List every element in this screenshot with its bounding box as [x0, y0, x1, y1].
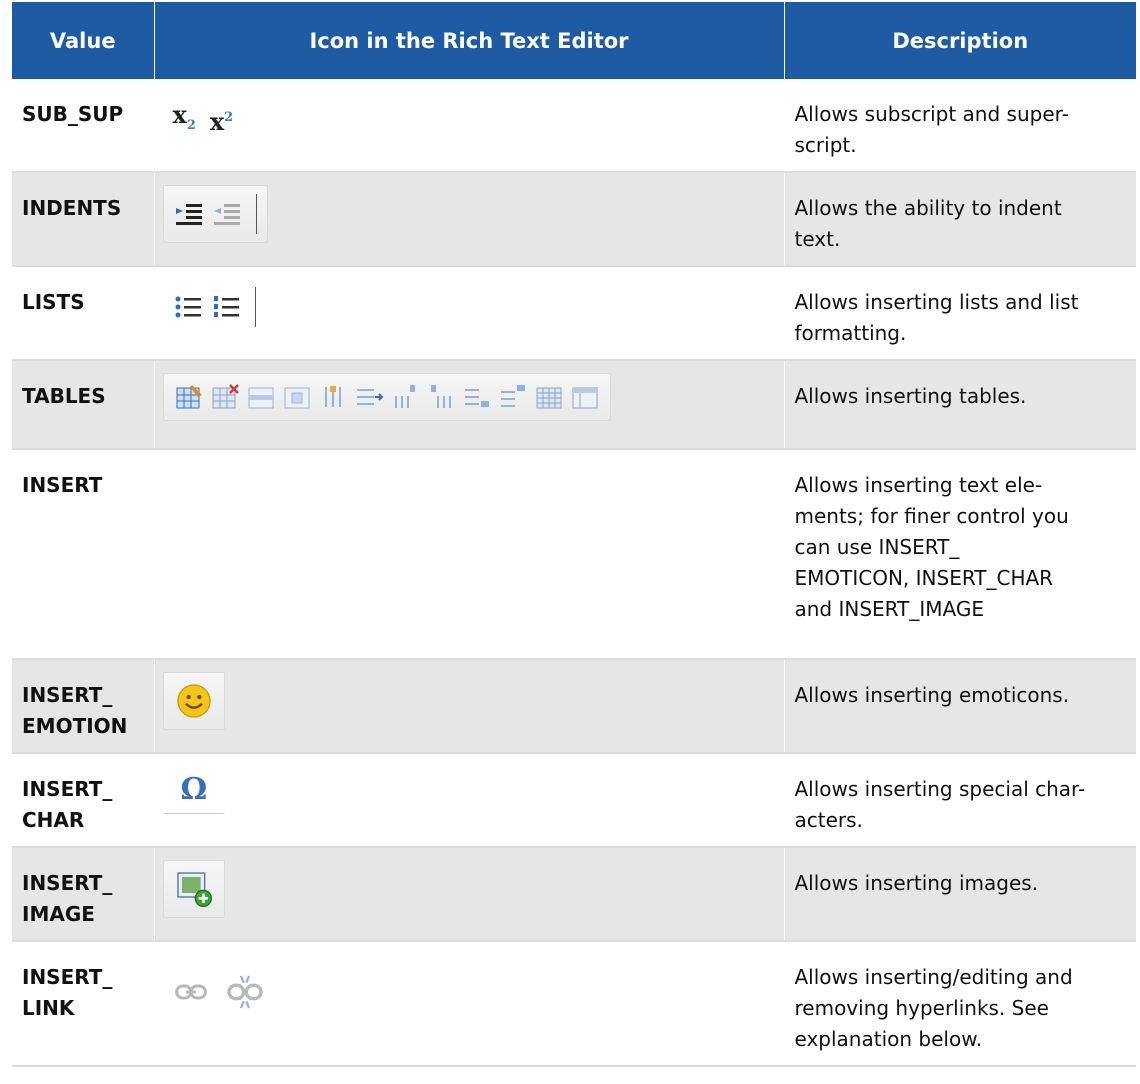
unlink-icon: [226, 975, 263, 1009]
value-cell: INSERT_ CHAR: [12, 753, 155, 848]
table-row: SUB_SUP x2 x2 Allows subscript and super…: [12, 79, 1136, 173]
icon-cell: Ω: [154, 753, 785, 848]
bulleted-list-icon: [175, 296, 201, 318]
outdent-icon: [213, 204, 240, 225]
description-cell: Allows inserting special char- acters.: [784, 753, 1136, 848]
header-row: Value Icon in the Rich Text Editor Descr…: [12, 2, 1136, 79]
icon-cell: [154, 172, 785, 267]
icon-cell: [154, 266, 785, 361]
smiley-icon: [176, 684, 211, 718]
table-row: INDENTS Allows the ability to indent tex…: [12, 172, 1136, 267]
table-row: INSERT_ CHAR Ω Allows inserting special …: [12, 753, 1136, 848]
description-cell: Allows inserting text ele- ments; for fi…: [784, 449, 1136, 660]
list-icon-strip: [162, 279, 266, 335]
icon-cell: x2 x2: [154, 79, 785, 173]
table-row-icon: [248, 387, 273, 409]
superscript-icon: x2: [209, 107, 234, 137]
icon-cell: [154, 449, 785, 660]
table-grid-icon: [536, 387, 561, 409]
description-cell: Allows the ability to indent text.: [784, 172, 1136, 267]
omega-icon: Ω: [180, 772, 208, 807]
header-icon: Icon in the Rich Text Editor: [154, 2, 785, 79]
toolbar-separator: [255, 194, 257, 234]
description-cell: Allows inserting tables.: [784, 360, 1136, 450]
table-row: INSERT_ IMAGE Allows inserting images.: [12, 847, 1136, 942]
table-row: TABLES Allows inserting tables.: [12, 360, 1136, 450]
insert-row-after-icon: [356, 389, 383, 405]
toolbar-separator: [254, 287, 256, 327]
description-cell: Allows inserting/editing and removing hy…: [784, 941, 1136, 1067]
indent-icon: [175, 204, 202, 225]
delete-table-icon: [212, 384, 239, 409]
icon-cell: [154, 941, 785, 1067]
insert-table-icon: [176, 385, 202, 409]
icon-cell: [154, 360, 785, 450]
icon-cell: [154, 659, 785, 754]
description-cell: Allows inserting lists and list formatti…: [784, 266, 1136, 361]
table-row: INSERT_ LINK Allows inserting/editing an: [12, 941, 1136, 1067]
merge-cells-icon: [284, 387, 309, 409]
rich-text-options-table: Value Icon in the Rich Text Editor Descr…: [12, 2, 1136, 1067]
table-row: INSERT Allows inserting text ele- ments;…: [12, 449, 1136, 660]
value-cell: SUB_SUP: [12, 79, 155, 173]
table-properties-icon: [572, 387, 597, 409]
subscript-icon: x2: [172, 100, 196, 133]
subsup-icon-strip: x2 x2: [162, 91, 244, 149]
value-cell: INDENTS: [12, 172, 155, 267]
table-row: LISTS Allows inserting lists and list fo…: [12, 266, 1136, 361]
value-cell: INSERT_ LINK: [12, 941, 155, 1067]
value-cell: TABLES: [12, 360, 155, 450]
header-value: Value: [12, 2, 155, 79]
link-icon-strip: [162, 964, 275, 1020]
table-icon-strip: [162, 373, 611, 421]
insert-row-before-icon: [464, 389, 489, 407]
insert-column-before-icon: [394, 385, 415, 408]
value-cell: INSERT_ EMOTION: [12, 659, 155, 754]
value-cell: LISTS: [12, 266, 155, 361]
value-cell: INSERT: [12, 449, 155, 660]
insert-column-icon: [324, 386, 341, 407]
insert-row-above-icon: [500, 385, 525, 407]
description-cell: Allows subscript and super- script.: [784, 79, 1136, 173]
char-icon-strip: Ω: [162, 766, 226, 814]
link-icon: [174, 984, 207, 1000]
numbered-list-icon: [213, 296, 239, 317]
insert-column-after-icon: [430, 385, 451, 408]
description-cell: Allows inserting emoticons.: [784, 659, 1136, 754]
emoticon-icon-strip: [162, 672, 225, 730]
indent-icon-strip: [162, 185, 268, 243]
insert-image-icon: [176, 872, 212, 907]
header-description: Description: [784, 2, 1136, 79]
table-row: INSERT_ EMOTION Allows inserting emotico…: [12, 659, 1136, 754]
icon-cell: [154, 847, 785, 942]
value-cell: INSERT_ IMAGE: [12, 847, 155, 942]
image-icon-strip: [162, 860, 225, 918]
description-cell: Allows inserting images.: [784, 847, 1136, 942]
